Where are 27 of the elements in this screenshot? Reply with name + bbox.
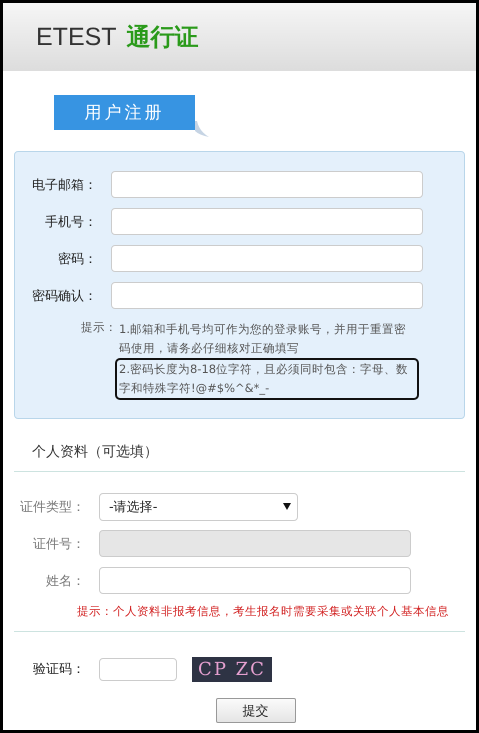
- field-label: 证件号：: [32, 536, 85, 552]
- hint-text: 1.邮箱和手机号均可作为您的登录账号，并用于重置密码使用，请务必仔细核对正确填写: [118, 321, 407, 357]
- field-label: 密码确认：: [31, 288, 97, 304]
- captcha-input[interactable]: [99, 658, 177, 680]
- select-field[interactable]: -请选择-: [99, 492, 298, 520]
- tab-tail-icon: [195, 121, 209, 137]
- submit-button[interactable]: 提交: [216, 698, 296, 723]
- input-field[interactable]: [111, 171, 423, 198]
- select-value: -请选择-: [109, 498, 158, 516]
- input-field[interactable]: [111, 208, 423, 235]
- hint-prefix: 提示：: [81, 320, 117, 336]
- input-field[interactable]: [99, 567, 411, 594]
- input-field[interactable]: [111, 282, 423, 309]
- field-label: 验证码：: [32, 661, 85, 678]
- field-label: 密码：: [57, 250, 97, 268]
- field-label: 电子邮箱：: [31, 176, 97, 194]
- captcha-image[interactable]: CP ZC: [192, 656, 272, 682]
- brand-logo-text: ETEST: [36, 22, 117, 52]
- field-label: 姓名：: [45, 572, 85, 590]
- input-field[interactable]: [111, 245, 423, 272]
- notice-text: 提示：个人资料非报考信息，考生报名时需要采集或关联个人基本信息: [76, 604, 450, 619]
- brand-title: 通行证: [126, 22, 199, 53]
- highlighted-hint-text: 2.密码长度为8-18位字符，且必须同时包含：字母、数字和特殊字符!@#$%^&*_-: [115, 358, 419, 400]
- field-label: 证件类型：: [19, 498, 85, 516]
- section-title: 个人资料（可选填）: [31, 443, 159, 462]
- field-label: 手机号：: [44, 214, 97, 230]
- dropdown-caret-icon: [283, 503, 291, 510]
